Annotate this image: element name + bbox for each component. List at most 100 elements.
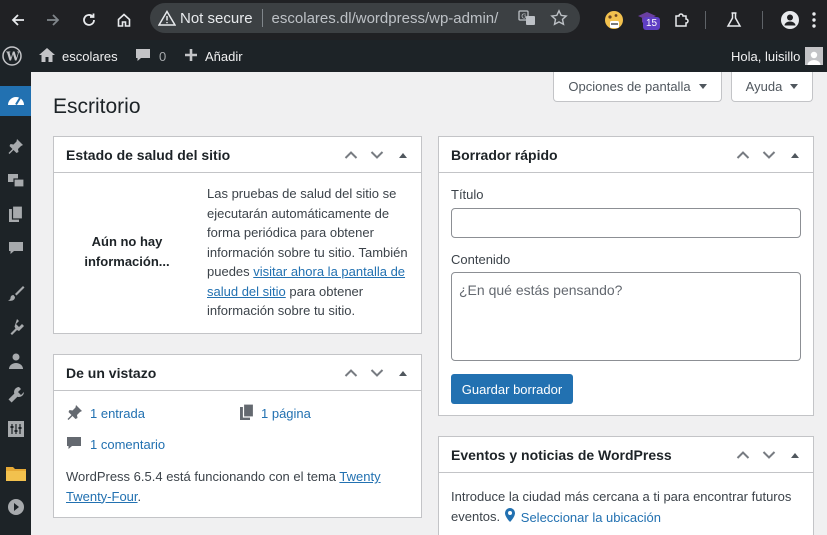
events-intro: Introduce la ciudad más cercana a ti par… <box>451 487 803 529</box>
move-up-icon[interactable] <box>339 143 363 167</box>
widget-controls <box>339 355 415 391</box>
select-location-link[interactable]: Seleccionar la ubicación <box>504 507 661 529</box>
sidebar-item-collapse[interactable] <box>0 493 31 523</box>
widget-header: Borrador rápido <box>439 137 813 173</box>
widget-title: Eventos y noticias de WordPress <box>451 446 672 463</box>
no-info-message: Aún no hay información... <box>84 234 170 269</box>
paintbrush-icon <box>7 284 25 305</box>
site-name-link[interactable]: escolares <box>38 40 118 72</box>
pushpin-icon <box>7 137 25 158</box>
extension-badge: 15 <box>643 17 661 30</box>
move-down-icon[interactable] <box>365 361 389 385</box>
comments-count: 1 comentario <box>90 437 166 452</box>
wordpress-logo-icon[interactable]: W <box>2 40 22 72</box>
sidebar-item-posts[interactable] <box>0 132 31 162</box>
divider <box>705 11 706 29</box>
pushpin-icon <box>66 403 84 424</box>
draft-title-input[interactable] <box>451 208 801 238</box>
collapse-toggle-icon[interactable] <box>783 143 807 167</box>
wrench-icon <box>7 386 25 407</box>
site-name: escolares <box>62 48 118 64</box>
quick-draft-widget: Borrador rápido Título Contenido ¿En qué… <box>438 136 814 416</box>
page-title: Escritorio <box>53 95 141 118</box>
address-bar[interactable]: Not secure escolares.dl/wordpress/wp-adm… <box>150 3 580 33</box>
help-label: Ayuda <box>745 79 783 94</box>
sidebar-item-settings[interactable] <box>0 415 31 445</box>
house-icon <box>38 47 56 66</box>
pages-count: 1 página <box>261 406 311 421</box>
chevron-down-icon <box>790 84 799 89</box>
draft-content-textarea[interactable]: ¿En qué estás pensando? <box>451 272 801 361</box>
reload-icon[interactable] <box>75 6 103 34</box>
url-text[interactable]: escolares.dl/wordpress/wp-admin/ <box>272 10 499 27</box>
posts-count: 1 entrada <box>90 406 145 421</box>
greeting: Hola, luisillo <box>731 48 801 64</box>
new-content-link[interactable]: Añadir <box>184 40 243 72</box>
move-down-icon[interactable] <box>365 143 389 167</box>
warning-icon[interactable] <box>158 10 176 26</box>
sidebar-item-appearance[interactable] <box>0 279 31 309</box>
admin-bar: W escolares 0 Añadir Hola, luisillo <box>0 40 827 72</box>
draft-content-label: Contenido <box>451 252 511 267</box>
bookmark-star-icon[interactable] <box>550 9 568 30</box>
widget-title: Estado de salud del sitio <box>66 146 231 163</box>
sidebar-item-dashboard[interactable] <box>0 86 31 116</box>
sidebar-item-folders[interactable] <box>0 459 31 489</box>
move-up-icon[interactable] <box>731 443 755 467</box>
translate-icon[interactable]: G <box>518 9 536 30</box>
wordpress-version-text: WordPress 6.5.4 está funcionando con el … <box>66 467 406 506</box>
admin-sidebar <box>0 72 39 535</box>
save-draft-button[interactable]: Guardar borrador <box>451 374 573 404</box>
collapse-toggle-icon[interactable] <box>391 361 415 385</box>
sidebar-item-pages[interactable] <box>0 200 31 230</box>
puzzle-icon[interactable] <box>668 6 696 34</box>
move-down-icon[interactable] <box>757 443 781 467</box>
widget-title: Borrador rápido <box>451 146 558 163</box>
forward-arrow-icon[interactable] <box>39 6 67 34</box>
location-pin-icon <box>504 507 516 529</box>
pages-icon <box>8 204 24 226</box>
home-icon[interactable] <box>110 6 138 34</box>
sidebar-item-media[interactable] <box>0 166 31 196</box>
collapse-toggle-icon[interactable] <box>783 443 807 467</box>
settings-sliders-icon <box>7 420 25 441</box>
screen-options-button[interactable]: Opciones de pantalla <box>553 72 722 102</box>
sidebar-item-plugins[interactable] <box>0 313 31 343</box>
divider <box>762 11 763 29</box>
sidebar-item-tools[interactable] <box>0 381 31 411</box>
version-period: . <box>137 488 142 504</box>
posts-count-link[interactable]: 1 entrada <box>66 403 145 424</box>
media-icon <box>7 171 25 192</box>
divider <box>261 9 263 27</box>
help-button[interactable]: Ayuda <box>731 72 813 102</box>
extension-cookie-icon[interactable] <box>600 6 628 34</box>
version-text: WordPress 6.5.4 está funcionando con el … <box>66 469 340 484</box>
svg-text:G: G <box>521 13 526 21</box>
collapse-toggle-icon[interactable] <box>391 143 415 167</box>
screen-options-label: Opciones de pantalla <box>568 79 691 94</box>
comments-count-link[interactable]: 1 comentario <box>66 435 165 454</box>
flask-icon[interactable] <box>720 6 748 34</box>
folder-icon <box>5 464 27 485</box>
comments-icon <box>8 240 24 259</box>
at-a-glance-widget: De un vistazo 1 entrada 1 página 1 comen… <box>53 354 422 518</box>
widget-controls <box>339 137 415 173</box>
extension-graduation-icon[interactable]: 15 <box>634 6 662 34</box>
new-label: Añadir <box>205 48 243 64</box>
plus-icon <box>184 48 198 65</box>
comment-bubble-icon <box>135 47 151 66</box>
sidebar-item-comments[interactable] <box>0 234 31 264</box>
menu-dots-icon[interactable] <box>800 6 827 34</box>
security-status[interactable]: Not secure <box>180 10 253 27</box>
comments-link[interactable]: 0 <box>135 40 166 72</box>
dashboard-gauge-icon <box>7 92 25 111</box>
back-arrow-icon[interactable] <box>4 6 32 34</box>
sidebar-item-users[interactable] <box>0 347 31 377</box>
pages-count-link[interactable]: 1 página <box>239 403 311 424</box>
move-up-icon[interactable] <box>731 143 755 167</box>
pages-icon <box>239 403 255 424</box>
location-link-text: Seleccionar la ubicación <box>520 510 661 525</box>
move-up-icon[interactable] <box>339 361 363 385</box>
move-down-icon[interactable] <box>757 143 781 167</box>
account-menu[interactable]: Hola, luisillo <box>731 40 824 72</box>
